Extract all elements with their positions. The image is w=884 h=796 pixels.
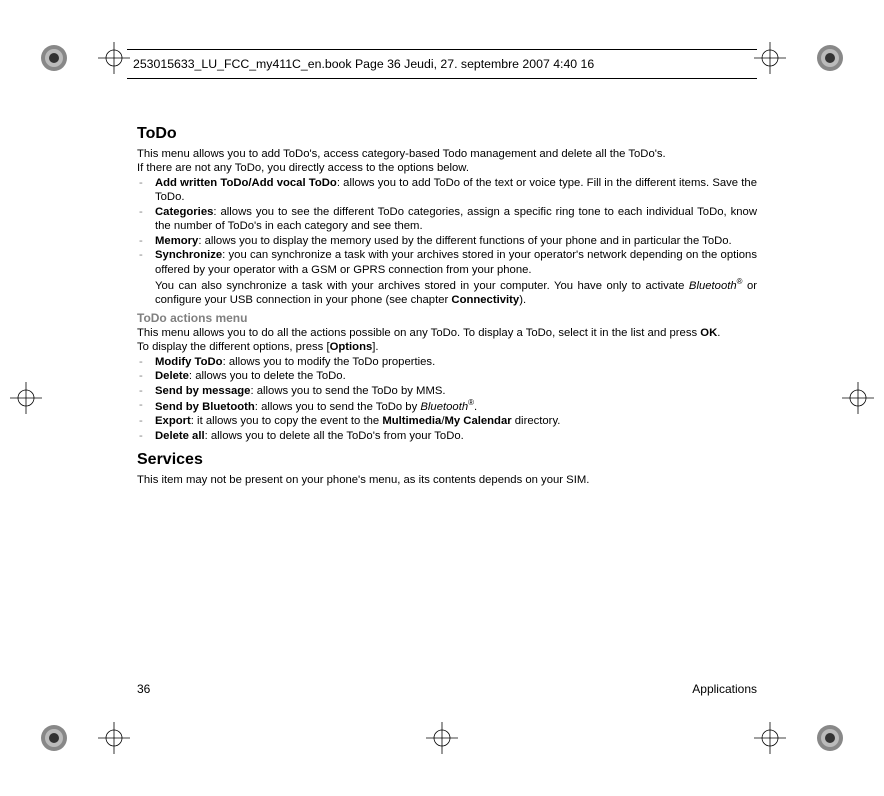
actions-para-2: To display the different options, press …	[137, 340, 757, 354]
action-label: Delete all	[155, 430, 205, 442]
crop-mark-icon	[842, 382, 874, 414]
options-key: Options	[330, 341, 373, 353]
option-label: Categories	[155, 206, 213, 218]
book-page-info: 253015633_LU_FCC_my411C_en.book Page 36 …	[133, 57, 594, 71]
list-item: Memory: allows you to display the memory…	[137, 234, 757, 248]
action-text: : allows you to send the ToDo by	[255, 401, 421, 413]
action-text: : allows you to delete all the ToDo's fr…	[205, 430, 464, 442]
list-item: Send by Bluetooth: allows you to send th…	[137, 398, 757, 414]
heading-todo: ToDo	[137, 125, 757, 143]
connectivity-ref: Connectivity	[451, 294, 519, 306]
todo-intro-2: If there are not any ToDo, you directly …	[137, 161, 757, 175]
action-label: Delete	[155, 370, 189, 382]
footer-section-name: Applications	[692, 682, 757, 696]
option-label: Synchronize	[155, 249, 222, 261]
page-number: 36	[137, 682, 150, 696]
option-text: : allows you to display the memory used …	[198, 235, 731, 247]
registration-mark-tr	[816, 44, 844, 72]
bluetooth-term: Bluetooth	[420, 401, 468, 413]
option-text: : you can synchronize a task with your a…	[155, 249, 757, 275]
action-text: : allows you to delete the ToDo.	[189, 370, 346, 382]
ok-key: OK	[700, 327, 717, 339]
my-calendar-ref: My Calendar	[444, 415, 511, 427]
option-text: : allows you to see the different ToDo c…	[155, 206, 757, 232]
page-header-bar: 253015633_LU_FCC_my411C_en.book Page 36 …	[127, 49, 757, 79]
list-item: Delete: allows you to delete the ToDo.	[137, 369, 757, 383]
action-label: Export	[155, 415, 191, 427]
crop-mark-icon	[98, 722, 130, 754]
list-item: Modify ToDo: allows you to modify the To…	[137, 355, 757, 369]
bluetooth-term: Bluetooth	[689, 280, 737, 292]
action-text: : allows you to send the ToDo by MMS.	[250, 385, 445, 397]
action-text: : allows you to modify the ToDo properti…	[223, 356, 436, 368]
list-item: Send by message: allows you to send the …	[137, 384, 757, 398]
crop-mark-icon	[426, 722, 458, 754]
actions-para-1: This menu allows you to do all the actio…	[137, 326, 757, 340]
option-label: Memory	[155, 235, 198, 247]
multimedia-ref: Multimedia	[382, 415, 441, 427]
list-item: Delete all: allows you to delete all the…	[137, 429, 757, 443]
crop-mark-icon	[10, 382, 42, 414]
subheading-todo-actions: ToDo actions menu	[137, 311, 757, 325]
todo-actions-list: Modify ToDo: allows you to modify the To…	[137, 355, 757, 443]
action-label: Send by Bluetooth	[155, 401, 255, 413]
list-item: Export: it allows you to copy the event …	[137, 414, 757, 428]
todo-options-list: Add written ToDo/Add vocal ToDo : allows …	[137, 176, 757, 308]
crop-mark-icon	[754, 722, 786, 754]
page-content: ToDo This menu allows you to add ToDo's,…	[137, 125, 757, 488]
page-footer: 36 Applications	[137, 682, 757, 696]
option-label: Add written ToDo/Add vocal ToDo	[155, 177, 337, 189]
list-item: Add written ToDo/Add vocal ToDo: allows …	[137, 176, 757, 205]
list-item: Synchronize: you can synchronize a task …	[137, 248, 757, 308]
heading-services: Services	[137, 451, 757, 469]
action-label: Modify ToDo	[155, 356, 223, 368]
action-text: : it allows you to copy the event to the	[191, 415, 383, 427]
crop-mark-icon	[754, 42, 786, 74]
action-label: Send by message	[155, 385, 250, 397]
option-text: ).	[519, 294, 526, 306]
services-text: This item may not be present on your pho…	[137, 473, 757, 487]
todo-intro-1: This menu allows you to add ToDo's, acce…	[137, 147, 757, 161]
registration-mark-bl	[40, 724, 68, 752]
option-text: You can also synchronize a task with you…	[155, 280, 689, 292]
registration-mark-tl	[40, 44, 68, 72]
list-item: Categories: allows you to see the differ…	[137, 205, 757, 234]
registration-mark-br	[816, 724, 844, 752]
crop-mark-icon	[98, 42, 130, 74]
